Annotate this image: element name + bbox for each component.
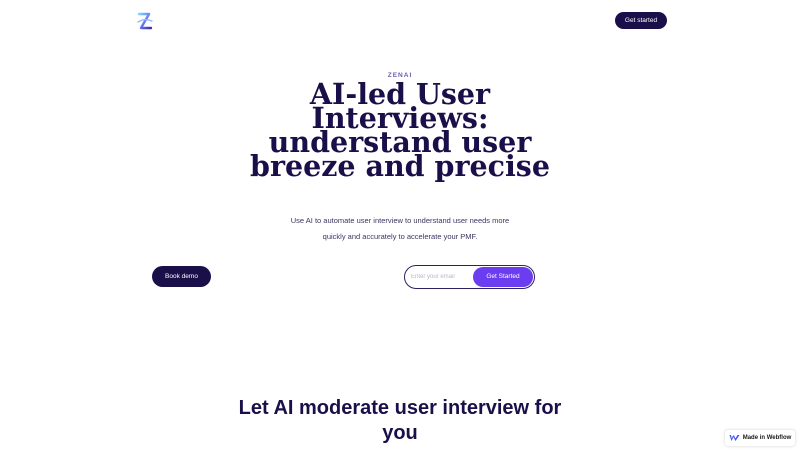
hero-subtitle: Use AI to automate user interview to und… [290,216,510,241]
made-in-webflow-badge[interactable]: Made in Webflow [725,430,795,446]
email-input[interactable] [411,269,475,285]
top-navbar: Get started [0,0,800,42]
get-started-button[interactable]: Get Started [473,267,533,287]
webflow-badge-label: Made in Webflow [742,435,792,441]
section-title: Let AI moderate user interview for you [238,397,562,444]
email-signup-form: Get Started [404,265,535,289]
hero-title: AI-led User Interviews: understand user … [250,77,550,183]
book-demo-button[interactable]: Book demo [152,266,211,287]
webflow-icon [729,435,740,441]
zenai-logo-icon[interactable] [135,10,155,32]
nav-get-started-button[interactable]: Get started [615,12,667,29]
